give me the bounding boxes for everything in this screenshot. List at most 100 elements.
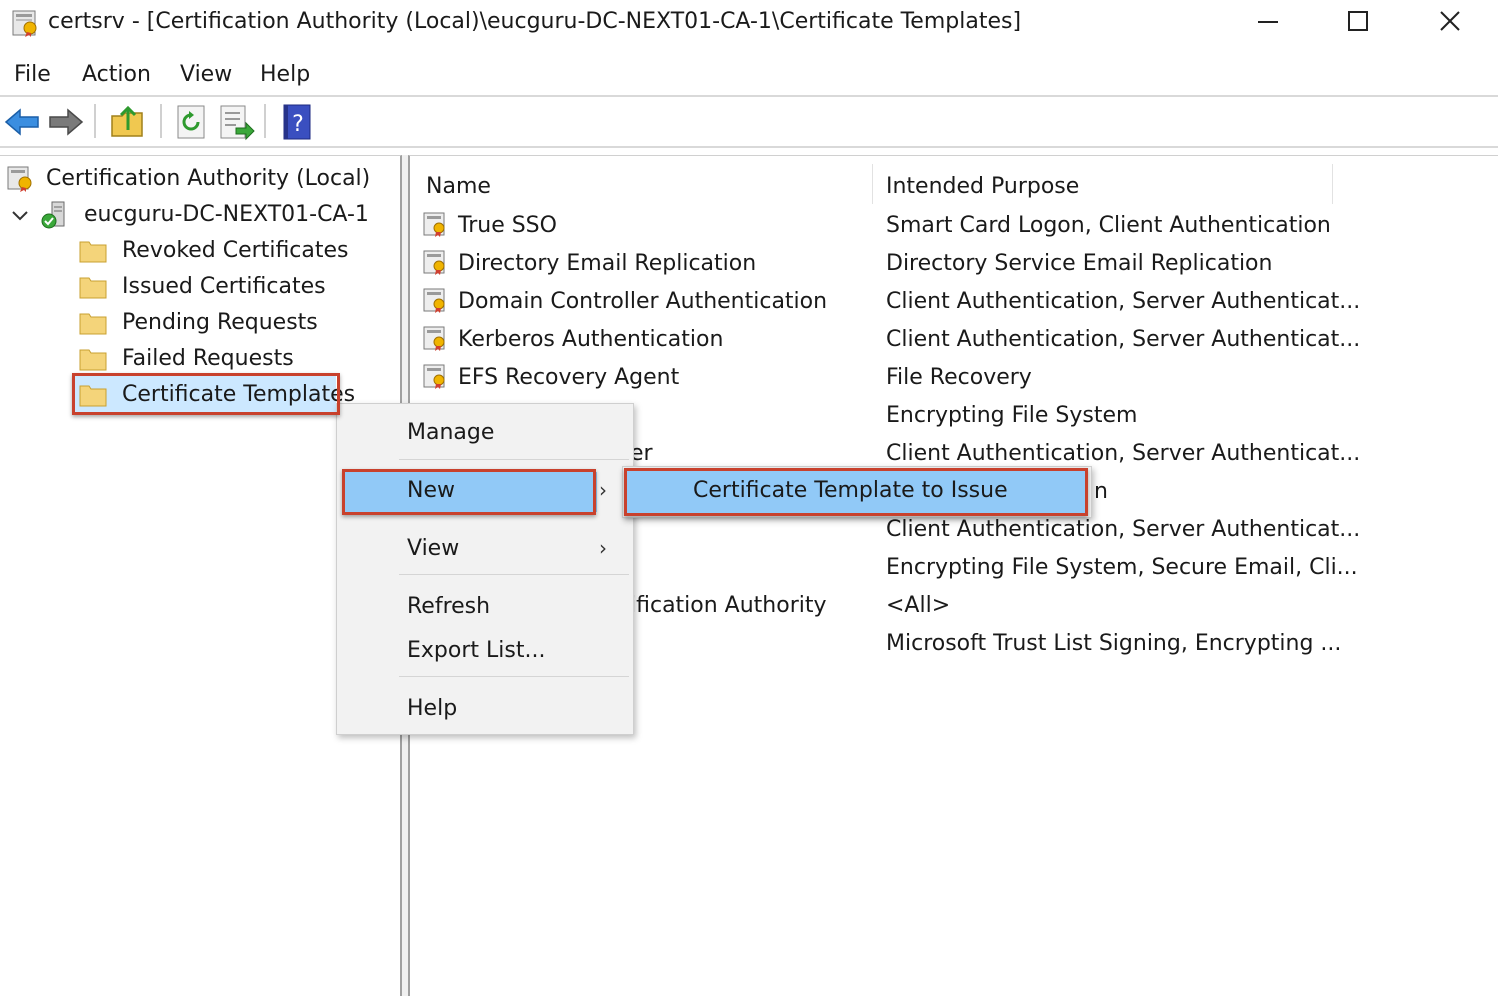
folder-icon (79, 241, 107, 263)
context-menu-new[interactable]: New (343, 472, 597, 512)
close-button[interactable] (1404, 0, 1496, 46)
tree-item-label: Issued Certificates (122, 274, 326, 299)
submenu-certificate-template-to-issue[interactable]: Certificate Template to Issue (627, 471, 1087, 513)
toolbar-separator (94, 104, 96, 138)
new-submenu: Certificate Template to Issue (622, 466, 1092, 518)
folder-icon (79, 385, 107, 407)
window-title: certsrv - [Certification Authority (Loca… (48, 9, 1022, 34)
menu-separator (399, 459, 629, 460)
svg-text:?: ? (292, 112, 304, 137)
menu-file[interactable]: File (14, 62, 51, 87)
submenu-arrow-icon: › (599, 478, 607, 502)
context-menu-export-list[interactable]: Export List... (337, 632, 633, 672)
template-purpose: Client Authentication, Server Authentica… (886, 289, 1361, 314)
tree-item-root[interactable]: Certification Authority (Local) (6, 162, 386, 198)
template-name: Domain Controller Authentication (458, 289, 828, 314)
folder-icon (79, 277, 107, 299)
tree-item-label: Certificate Templates (122, 382, 356, 407)
menu-item-label: Export List... (407, 638, 546, 663)
template-purpose: Client Authentication, Server Authentica… (886, 441, 1361, 466)
menu-action[interactable]: Action (82, 62, 151, 87)
export-list-button[interactable] (216, 102, 256, 142)
template-purpose: Microsoft Trust List Signing, Encrypting… (886, 631, 1342, 656)
menu-item-label: Certificate Template to Issue (693, 478, 1008, 503)
menu-separator (399, 676, 629, 677)
menubar-divider (0, 95, 1498, 97)
back-arrow-icon (4, 108, 39, 136)
context-menu: Manage New › View › Refresh Export List.… (336, 403, 634, 735)
toolbar: ? (0, 98, 1498, 146)
tree-item-failed-requests[interactable]: Failed Requests (78, 342, 378, 378)
ca-server-icon (41, 201, 65, 229)
column-divider[interactable] (872, 164, 873, 204)
menu-separator (399, 574, 629, 575)
help-book-icon: ? (283, 104, 311, 140)
menu-help[interactable]: Help (260, 62, 310, 87)
tree-item-label: Revoked Certificates (122, 238, 349, 263)
tree-item-label: Failed Requests (122, 346, 294, 371)
maximize-icon (1348, 11, 1368, 31)
tree-item-issued-certificates[interactable]: Issued Certificates (78, 270, 378, 306)
up-one-level-button[interactable] (108, 102, 148, 142)
context-menu-help[interactable]: Help (337, 690, 633, 730)
template-purpose: Client Authentication, Server Authentica… (886, 517, 1361, 542)
context-menu-refresh[interactable]: Refresh (337, 588, 633, 628)
help-button[interactable]: ? (276, 102, 316, 142)
template-purpose: Encrypting File System (886, 403, 1138, 428)
refresh-icon (177, 105, 205, 139)
menu-item-label: New (407, 478, 455, 503)
menu-bar: File Action View Help (0, 56, 1498, 96)
template-name: ification Authority (630, 593, 827, 618)
menu-item-label: Manage (407, 420, 495, 445)
tree-item-ca[interactable]: eucguru-DC-NEXT01-CA-1 (6, 198, 386, 234)
column-header-name[interactable]: Name (426, 174, 491, 199)
tree-item-certificate-templates[interactable]: Certificate Templates (74, 376, 378, 414)
template-name: True SSO (458, 213, 557, 238)
template-name: EFS Recovery Agent (458, 365, 680, 390)
list-item[interactable]: True SSO Smart Card Logon, Client Authen… (410, 208, 1498, 246)
tree-item-pending-requests[interactable]: Pending Requests (78, 306, 378, 342)
column-header-intended-purpose[interactable]: Intended Purpose (886, 174, 1079, 199)
toolbar-separator (264, 104, 266, 138)
forward-button[interactable] (46, 102, 86, 142)
context-menu-view[interactable]: View › (337, 530, 633, 570)
menu-item-label: View (407, 536, 460, 561)
context-menu-manage[interactable]: Manage (337, 414, 633, 454)
certsrv-app-icon (12, 10, 37, 37)
back-button[interactable] (2, 102, 42, 142)
template-purpose: Encrypting File System, Secure Email, Cl… (886, 555, 1358, 580)
certificate-authority-icon (7, 166, 32, 192)
menu-view[interactable]: View (180, 62, 232, 87)
export-list-icon (220, 105, 255, 141)
certificate-template-icon (423, 250, 445, 275)
folder-icon (79, 313, 107, 335)
forward-arrow-icon (49, 108, 84, 136)
tree-item-revoked-certificates[interactable]: Revoked Certificates (78, 234, 378, 270)
toolbar-divider (0, 146, 1498, 148)
tree-item-label: Certification Authority (Local) (46, 166, 371, 191)
list-item[interactable]: EFS Recovery Agent File Recovery (410, 360, 1498, 398)
column-divider[interactable] (1332, 164, 1333, 204)
list-item[interactable]: Domain Controller Authentication Client … (410, 284, 1498, 322)
template-name: Kerberos Authentication (458, 327, 724, 352)
certificate-template-icon (423, 212, 445, 237)
refresh-button[interactable] (172, 102, 212, 142)
template-purpose: <All> (886, 593, 951, 618)
maximize-button[interactable] (1312, 0, 1404, 46)
close-icon (1440, 11, 1460, 31)
tree-item-label: eucguru-DC-NEXT01-CA-1 (84, 202, 369, 227)
list-item[interactable]: Kerberos Authentication Client Authentic… (410, 322, 1498, 360)
template-purpose: Smart Card Logon, Client Authentication (886, 213, 1331, 238)
up-folder-icon (111, 105, 143, 137)
minimize-icon (1258, 21, 1278, 23)
minimize-button[interactable] (1222, 0, 1314, 46)
toolbar-separator (160, 104, 162, 138)
template-name: Directory Email Replication (458, 251, 757, 276)
list-item[interactable]: Directory Email Replication Directory Se… (410, 246, 1498, 284)
certificate-template-icon (423, 326, 445, 351)
certificate-template-icon (423, 288, 445, 313)
chevron-down-icon[interactable] (10, 206, 30, 226)
template-purpose: File Recovery (886, 365, 1032, 390)
template-purpose: Client Authentication, Server Authentica… (886, 327, 1361, 352)
menu-item-label: Refresh (407, 594, 491, 619)
